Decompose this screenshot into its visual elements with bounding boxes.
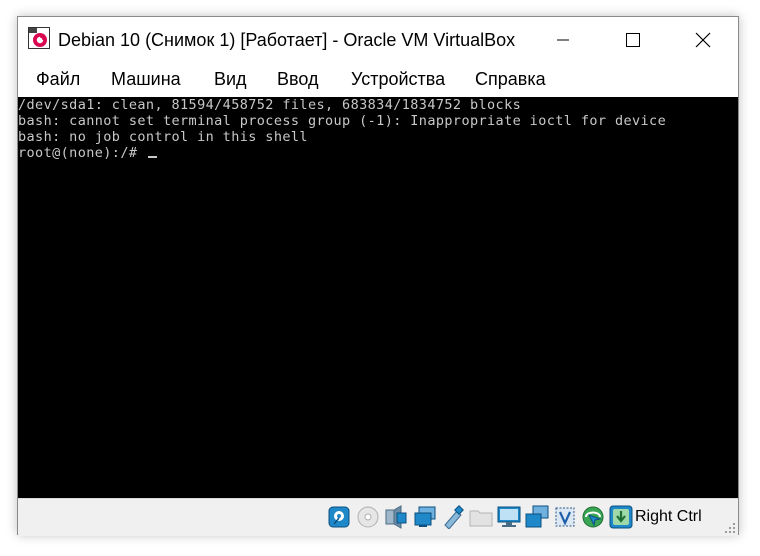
vm-display[interactable]: /dev/sda1: clean, 81594/458752 files, 68… <box>18 97 738 498</box>
keyboard-capture-icon[interactable] <box>609 505 633 529</box>
maximize-icon <box>626 33 640 47</box>
title-bar[interactable]: Debian 10 (Снимок 1) [Работает] - Oracle… <box>18 17 738 63</box>
close-button[interactable] <box>668 17 738 63</box>
close-icon <box>695 32 711 48</box>
terminal-cursor <box>147 156 157 158</box>
usb-icon[interactable] <box>441 505 465 529</box>
menu-view[interactable]: Вид <box>214 69 247 90</box>
mouse-integration-icon[interactable] <box>581 505 605 529</box>
menu-file[interactable]: Файл <box>36 69 80 90</box>
shared-folder-icon[interactable] <box>469 505 493 529</box>
menu-devices[interactable]: Устройства <box>351 69 445 90</box>
hard-disk-icon[interactable] <box>327 505 351 529</box>
audio-icon[interactable] <box>384 505 408 529</box>
status-bar: Right Ctrl <box>18 498 738 536</box>
menu-help[interactable]: Справка <box>475 69 546 90</box>
window-title: Debian 10 (Снимок 1) [Работает] - Oracle… <box>58 30 516 50</box>
minimize-button[interactable] <box>528 17 598 63</box>
maximize-button[interactable] <box>598 17 668 63</box>
vtx-icon[interactable] <box>553 505 577 529</box>
virtualbox-debian-icon <box>28 27 50 49</box>
menu-input[interactable]: Ввод <box>277 69 318 90</box>
terminal-line: bash: cannot set terminal process group … <box>18 113 667 129</box>
network-icon[interactable] <box>413 505 437 529</box>
terminal-line: /dev/sda1: clean, 81594/458752 files, 68… <box>18 97 522 113</box>
video-capture-icon[interactable] <box>525 505 549 529</box>
minimize-icon <box>557 39 569 41</box>
optical-disk-icon[interactable] <box>356 505 380 529</box>
virtualbox-window: Debian 10 (Снимок 1) [Работает] - Oracle… <box>17 16 739 536</box>
menu-machine[interactable]: Машина <box>111 69 181 90</box>
host-key-label: Right Ctrl <box>635 508 702 525</box>
terminal-line: bash: no job control in this shell <box>18 129 308 145</box>
resize-grip-icon[interactable] <box>724 522 736 534</box>
menu-bar: Файл Машина Вид Ввод Устройства Справка <box>18 63 738 97</box>
terminal-prompt-line: root@(none):/# <box>18 145 157 161</box>
display-icon[interactable] <box>497 505 521 529</box>
terminal-prompt: root@(none):/# <box>18 145 146 161</box>
